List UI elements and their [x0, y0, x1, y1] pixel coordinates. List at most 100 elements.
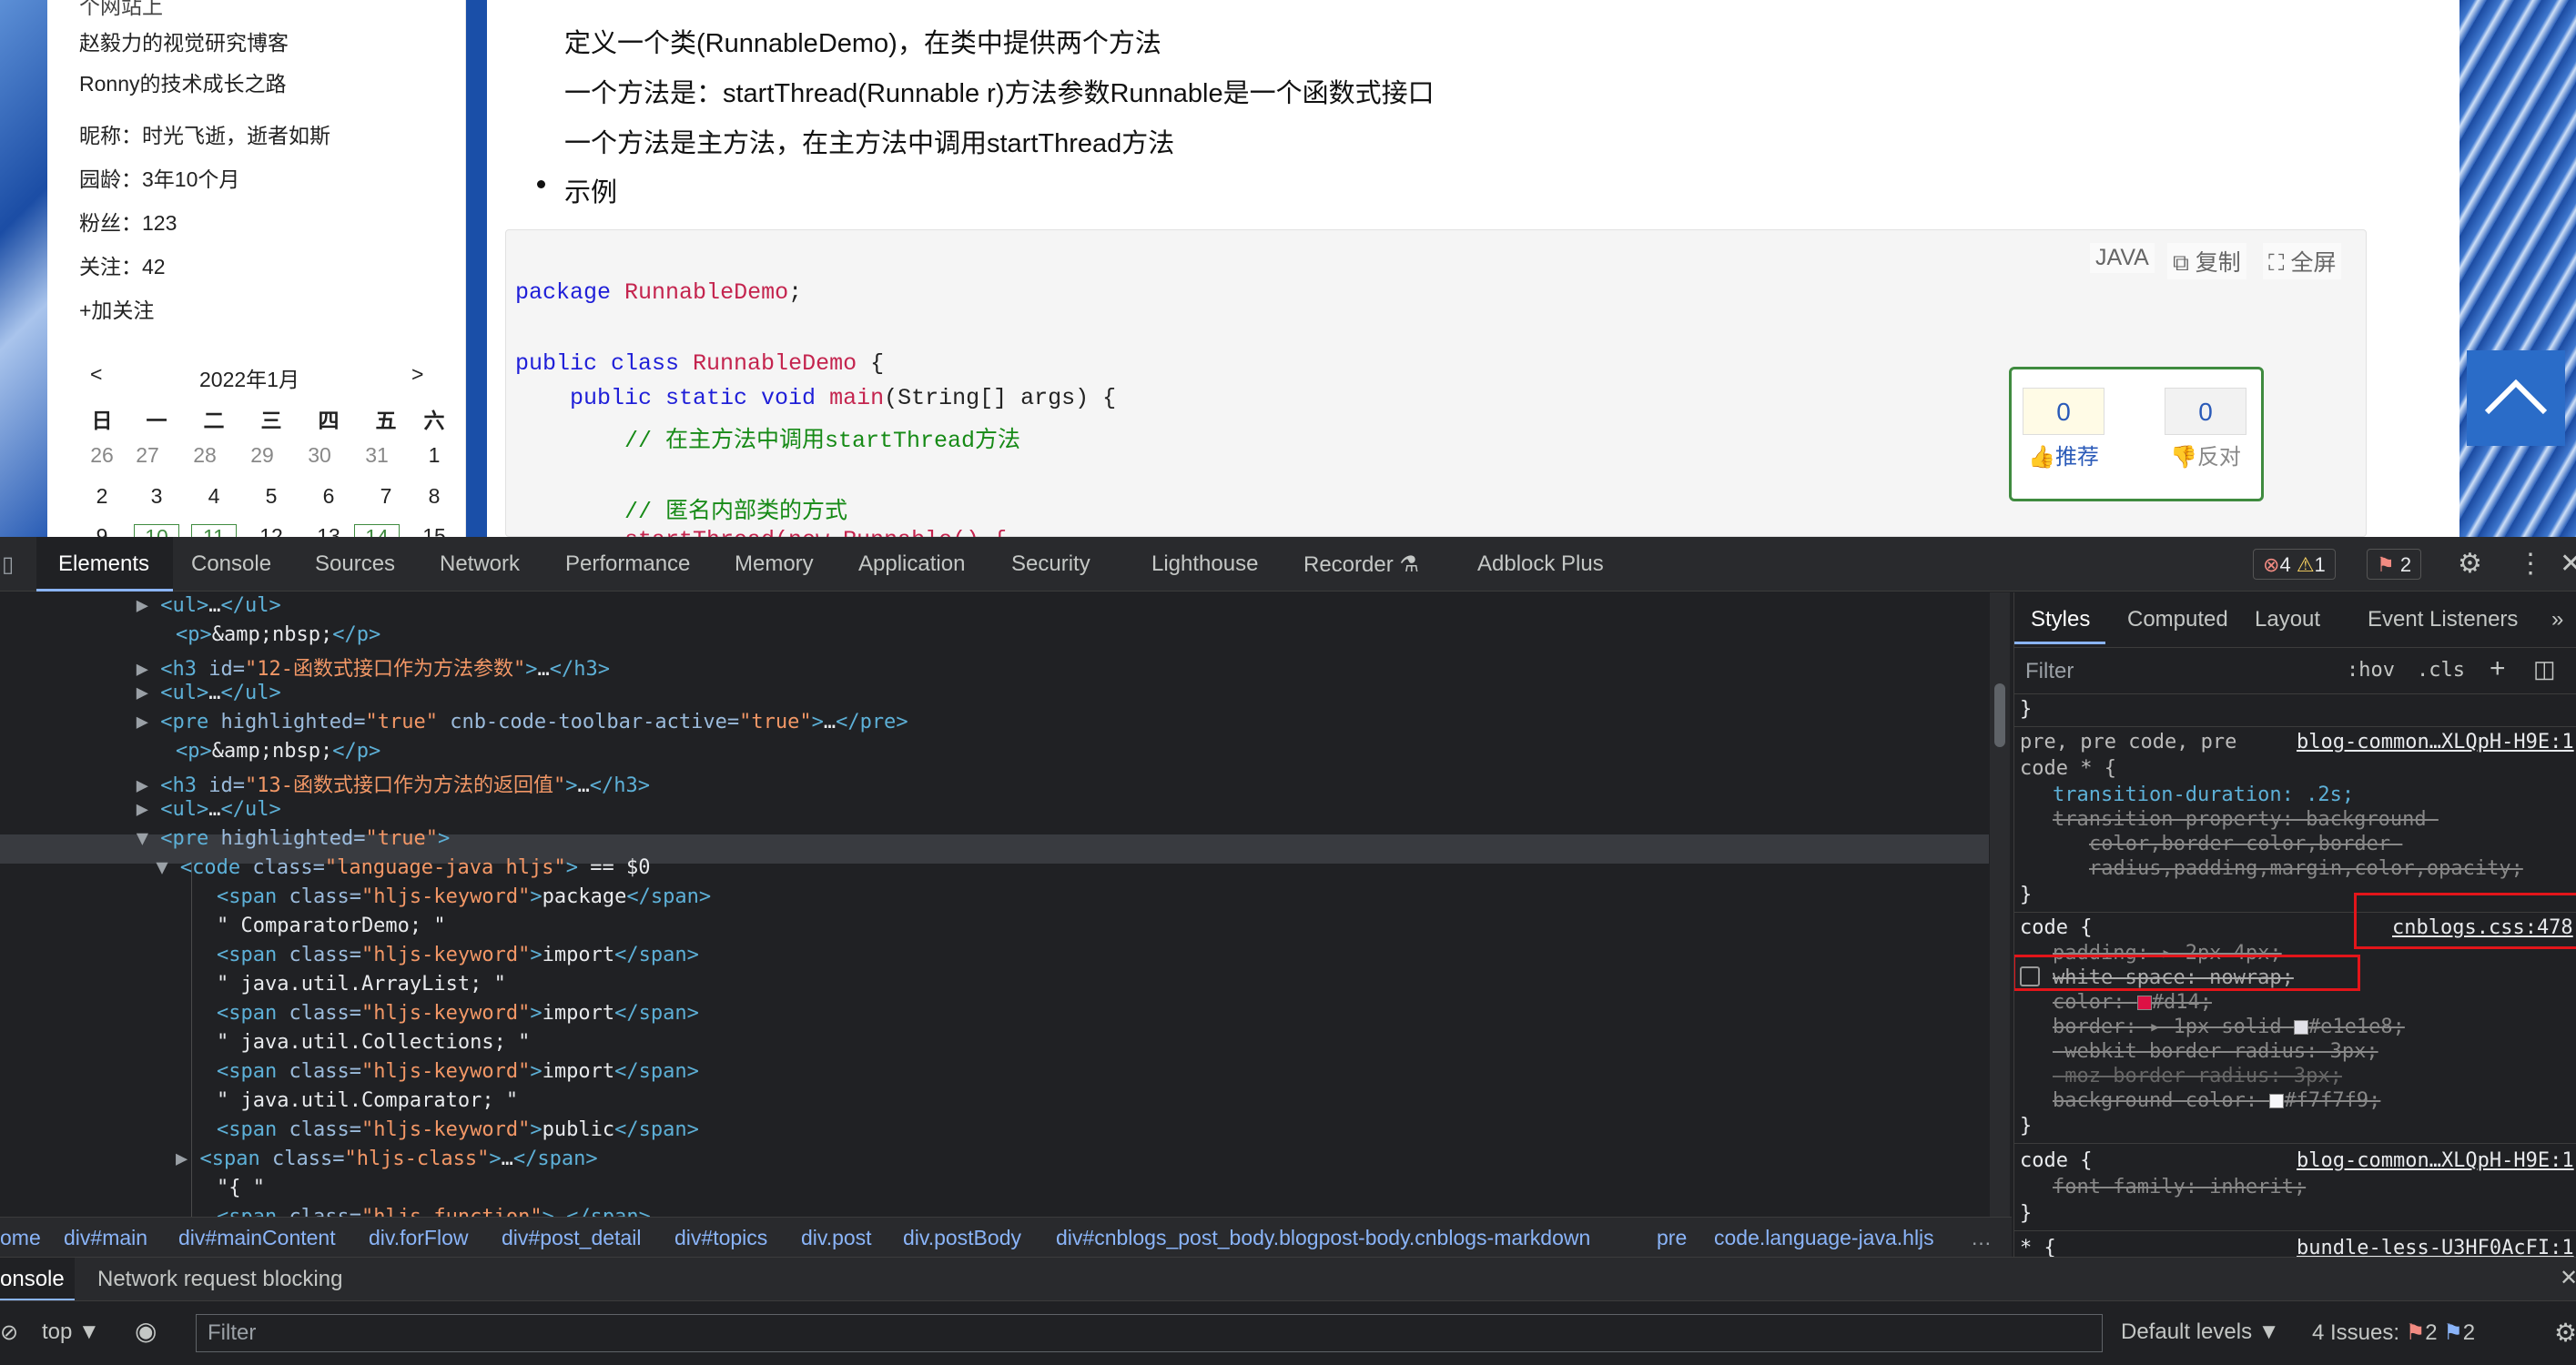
dom-node-line[interactable]: <span class="hljs-keyword">public</span> — [217, 1118, 699, 1141]
inspect-icon[interactable]: ▯ — [2, 551, 14, 578]
calendar-next-button[interactable]: > — [411, 362, 423, 387]
follow-button[interactable]: +加关注 — [79, 293, 154, 324]
breadcrumb-item[interactable]: div#post_detail — [502, 1226, 641, 1250]
breadcrumb-item[interactable]: ome — [0, 1226, 41, 1250]
copy-button[interactable]: ⧉ 复制 — [2167, 243, 2246, 279]
dom-node-line[interactable]: ▼ <code class="language-java hljs"> == $… — [156, 856, 650, 879]
dom-node-line[interactable]: <span class="hljs-keyword">import</span> — [217, 944, 699, 966]
breadcrumb-item[interactable]: div.forFlow — [369, 1226, 469, 1250]
collapse-triangle-icon[interactable]: ▼ — [156, 856, 180, 879]
add-rule-icon[interactable]: + — [2490, 653, 2506, 684]
css-property-overridden[interactable]: border: ▸ 1px solid #e1e1e8; — [2053, 1016, 2405, 1038]
rule-source-link[interactable]: blog-common…XLQpH-H9E:1 — [2297, 1149, 2574, 1172]
sidebar-link[interactable]: Ronny的技术成长之路 — [79, 66, 286, 97]
drawer-tab-network-request-blocking[interactable]: Network request blocking — [97, 1267, 342, 1292]
breadcrumb-item[interactable]: div.post — [801, 1226, 872, 1250]
breadcrumb-item[interactable]: div#main — [64, 1226, 147, 1250]
eye-icon[interactable]: ◉ — [135, 1316, 157, 1346]
dom-node-line[interactable]: ▶ <ul>…</ul> — [137, 798, 281, 821]
tab-lighthouse[interactable]: Lighthouse — [1151, 551, 1258, 577]
color-swatch[interactable] — [2269, 1094, 2285, 1108]
breadcrumb-item[interactable]: div.postBody — [903, 1226, 1021, 1250]
back-to-top-button[interactable] — [2467, 350, 2565, 446]
dom-node-line[interactable]: ▶ <h3 id="12-函数式接口作为方法参数">…</h3> — [137, 652, 610, 682]
tab-computed[interactable]: Computed — [2127, 607, 2228, 632]
tab-security[interactable]: Security — [1011, 551, 1090, 577]
hov-toggle[interactable]: :hov — [2347, 659, 2395, 682]
dom-node-line[interactable]: ▶ <span class="hljs-class">…</span> — [176, 1148, 598, 1170]
expand-triangle-icon[interactable]: ▶ — [137, 774, 161, 797]
calendar-day-link[interactable]: 14 — [354, 524, 400, 537]
dom-node-line[interactable]: ▶ <h3 id="13-函数式接口作为方法的返回值">…</h3> — [137, 769, 650, 798]
cls-toggle[interactable]: .cls — [2417, 659, 2465, 682]
tab-layout[interactable]: Layout — [2255, 607, 2320, 632]
breadcrumb-item[interactable]: code.language-java.hljs — [1714, 1226, 1934, 1250]
console-filter-input[interactable]: Filter — [196, 1314, 2103, 1352]
styles-filter-input[interactable]: Filter — [2025, 659, 2074, 684]
css-property-overridden[interactable]: transition-property: background- — [2053, 808, 2439, 831]
breadcrumb-item[interactable]: div#mainContent — [178, 1226, 336, 1250]
css-property-overridden[interactable]: font-family: inherit; — [2053, 1176, 2306, 1198]
css-property-overridden[interactable]: color: #d14; — [2053, 991, 2212, 1014]
css-property-invalid[interactable]: -moz-border-radius: 3px; — [2053, 1065, 2342, 1087]
css-property-overridden[interactable]: background-color: #f7f7f9; — [2053, 1089, 2380, 1112]
dom-node-line[interactable]: <p>&amp;nbsp;</p> — [176, 740, 380, 763]
dom-node-line[interactable]: <span class="hljs-keyword">import</span> — [217, 1002, 699, 1025]
expand-triangle-icon[interactable]: ▶ — [137, 798, 161, 821]
close-icon[interactable]: ✕ — [2560, 548, 2576, 580]
dom-node-line[interactable]: <p>&amp;nbsp;</p> — [176, 623, 380, 646]
css-property-overridden[interactable]: -webkit-border-radius: 3px; — [2053, 1040, 2378, 1063]
tab-console[interactable]: Console — [191, 551, 271, 577]
issues-counter[interactable]: ⚑ 2 — [2367, 549, 2422, 580]
tab-recorder[interactable]: Recorder ⚗ — [1303, 551, 1419, 578]
expand-triangle-icon[interactable]: ▶ — [137, 711, 161, 733]
more-options-icon[interactable]: ⋮ — [2517, 548, 2544, 580]
profile-nickname-value[interactable]: 时光飞逝，逝者如斯 — [142, 124, 330, 147]
drawer-tab-console[interactable]: onsole — [0, 1267, 65, 1292]
breadcrumb-item[interactable]: pre — [1657, 1226, 1687, 1250]
issues-button[interactable]: 4 Issues: ⚑2 ⚑2 — [2312, 1320, 2475, 1346]
tab-network[interactable]: Network — [440, 551, 520, 577]
tab-event-listeners[interactable]: Event Listeners — [2368, 607, 2518, 632]
tab-performance[interactable]: Performance — [565, 551, 690, 577]
rule-source-link[interactable]: blog-common…XLQpH-H9E:1 — [2297, 731, 2574, 753]
close-drawer-icon[interactable]: ✕ — [2560, 1265, 2576, 1291]
collapse-triangle-icon[interactable]: ▼ — [137, 827, 161, 850]
dom-node-line[interactable]: "{ " — [217, 1177, 265, 1199]
dom-node-line[interactable]: ▶ <pre highlighted="true" cnb-code-toolb… — [137, 711, 908, 733]
dom-node-line[interactable]: " ComparatorDemo; " — [217, 915, 446, 937]
dom-node-line[interactable]: <span class="hljs-keyword">import</span> — [217, 1060, 699, 1083]
oppose-button[interactable]: 0 👎反对 — [2165, 388, 2246, 474]
dom-node-line[interactable]: ▶ <ul>…</ul> — [137, 682, 281, 704]
toggle-sidebar-icon[interactable]: ◫ — [2533, 655, 2556, 683]
tab-elements[interactable]: Elements — [58, 551, 149, 577]
tab-memory[interactable]: Memory — [735, 551, 814, 577]
dom-tree-scrollbar[interactable] — [1990, 592, 2010, 1217]
tab-overflow[interactable]: » — [2551, 607, 2563, 632]
tab-sources[interactable]: Sources — [315, 551, 395, 577]
dom-node-line[interactable]: <span class="hljs-keyword">package</span… — [217, 885, 711, 908]
expand-triangle-icon[interactable]: ▶ — [137, 658, 161, 681]
log-levels-dropdown[interactable]: Default levels ▼ — [2121, 1320, 2280, 1345]
breadcrumb-item[interactable]: div#topics — [674, 1226, 767, 1250]
rule-source-link[interactable]: bundle-less-U3HF0AcFI:1 — [2297, 1237, 2574, 1257]
gear-icon[interactable]: ⚙ — [2458, 548, 2482, 580]
tab-styles[interactable]: Styles — [2031, 607, 2090, 632]
fullscreen-button[interactable]: ⛶ 全屏 — [2263, 243, 2342, 279]
clear-console-icon[interactable]: ⊘ — [0, 1320, 18, 1346]
expand-triangle-icon[interactable]: ▶ — [176, 1148, 200, 1170]
dom-node-line[interactable]: " java.util.Comparator; " — [217, 1089, 518, 1112]
breadcrumb-overflow[interactable]: … — [1971, 1226, 1992, 1250]
calendar-day-link[interactable]: 11 — [191, 524, 237, 537]
breadcrumb-item[interactable]: div#cnblogs_post_body.blogpost-body.cnbl… — [1056, 1226, 1590, 1250]
profile-fans-value[interactable]: 123 — [142, 211, 177, 235]
dom-node-line[interactable]: ▶ <ul>…</ul> — [137, 594, 281, 617]
scrollbar-thumb[interactable] — [1994, 683, 2005, 747]
color-swatch[interactable] — [2293, 1020, 2308, 1035]
dom-node-line[interactable]: <span class="hljs-function">…</span> — [217, 1206, 651, 1217]
color-swatch[interactable] — [2136, 996, 2152, 1010]
sidebar-link[interactable]: 赵毅力的视觉研究博客 — [79, 25, 289, 56]
error-warning-counter[interactable]: ⊗4 ⚠1 — [2253, 549, 2336, 580]
expand-triangle-icon[interactable]: ▶ — [137, 682, 161, 704]
expand-triangle-icon[interactable]: ▶ — [137, 594, 161, 617]
